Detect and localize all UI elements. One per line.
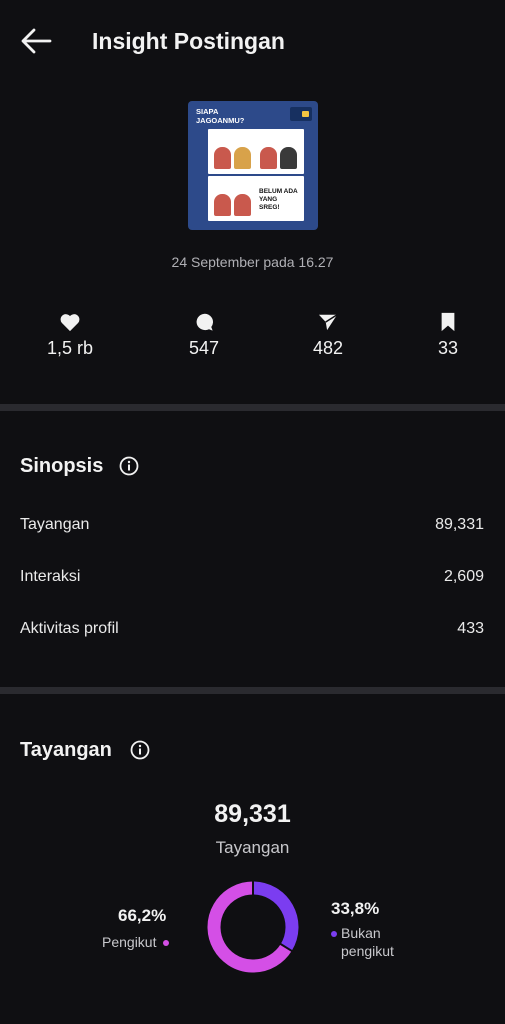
thumbnail-candidate-card-3 (208, 176, 258, 221)
thumbnail-card-text: BELUM ADA YANG SREG! (259, 188, 298, 211)
nonfollowers-label-line1: Bukan (341, 925, 381, 941)
comment-bubble-icon (196, 313, 214, 331)
thumbnail-candidate-card-2 (254, 129, 304, 174)
sinopsis-row-interaksi[interactable]: Interaksi 2,609 (20, 568, 484, 592)
bookmark-icon (441, 312, 455, 332)
page-title: Insight Postingan (92, 28, 285, 54)
thumbnail-text-card: BELUM ADA YANG SREG! (254, 176, 304, 221)
sinopsis-info-button[interactable] (119, 456, 139, 476)
post-date: 24 September pada 16.27 (171, 254, 334, 270)
sinopsis-title: Sinopsis (20, 455, 104, 477)
heart-icon (60, 314, 80, 332)
post-thumbnail[interactable]: SIAPA JAGOANMU? BELUM ADA YANG SREG! (188, 101, 318, 230)
views-total-label: Tayangan (215, 838, 290, 857)
info-circle-icon (119, 456, 139, 476)
row-value: 2,609 (443, 568, 484, 585)
section-divider (0, 404, 505, 411)
row-value: 89,331 (435, 516, 484, 533)
tayangan-info-button[interactable] (130, 740, 150, 760)
followers-dot (163, 940, 170, 947)
thumbnail-logo (290, 107, 312, 121)
shares-count: 482 (312, 338, 344, 358)
send-icon (318, 314, 338, 331)
row-label: Tayangan (20, 516, 90, 533)
likes-count: 1,5 rb (46, 338, 94, 358)
saves-count: 33 (437, 338, 459, 358)
row-value: 433 (457, 620, 484, 637)
tayangan-title: Tayangan (20, 739, 112, 761)
back-button[interactable] (18, 26, 54, 56)
thumbnail-heading: SIAPA JAGOANMU? (196, 107, 245, 125)
shares-stat[interactable]: 482 (288, 312, 368, 359)
likes-stat[interactable]: 1,5 rb (30, 312, 110, 359)
arrow-left-icon (21, 28, 52, 54)
views-donut-chart (207, 880, 299, 973)
engagement-stats: 1,5 rb 547 482 33 (0, 312, 505, 372)
donut-slice-bukan-pengikut (252, 881, 299, 951)
nonfollowers-label-line2: pengikut (341, 943, 394, 959)
info-circle-icon (130, 740, 150, 760)
thumbnail-candidate-card-1 (208, 129, 258, 174)
followers-percent: 66,2% (118, 906, 167, 925)
row-label: Interaksi (20, 568, 81, 585)
views-total: 89,331 (214, 800, 291, 828)
sinopsis-row-tayangan[interactable]: Tayangan 89,331 (20, 516, 484, 540)
comments-stat[interactable]: 547 (164, 312, 244, 359)
saves-stat[interactable]: 33 (408, 312, 488, 359)
row-label: Aktivitas profil (20, 620, 119, 637)
top-bar: Insight Postingan (0, 18, 505, 64)
followers-legend: Pengikut (102, 933, 170, 951)
followers-label: Pengikut (102, 934, 157, 950)
comments-count: 547 (188, 338, 220, 358)
sinopsis-row-aktivitas-profil[interactable]: Aktivitas profil 433 (20, 620, 484, 644)
nonfollowers-percent: 33,8% (331, 899, 380, 918)
nonfollowers-legend: Bukan pengikut (331, 924, 394, 960)
section-divider (0, 687, 505, 694)
nonfollowers-dot (331, 931, 337, 938)
